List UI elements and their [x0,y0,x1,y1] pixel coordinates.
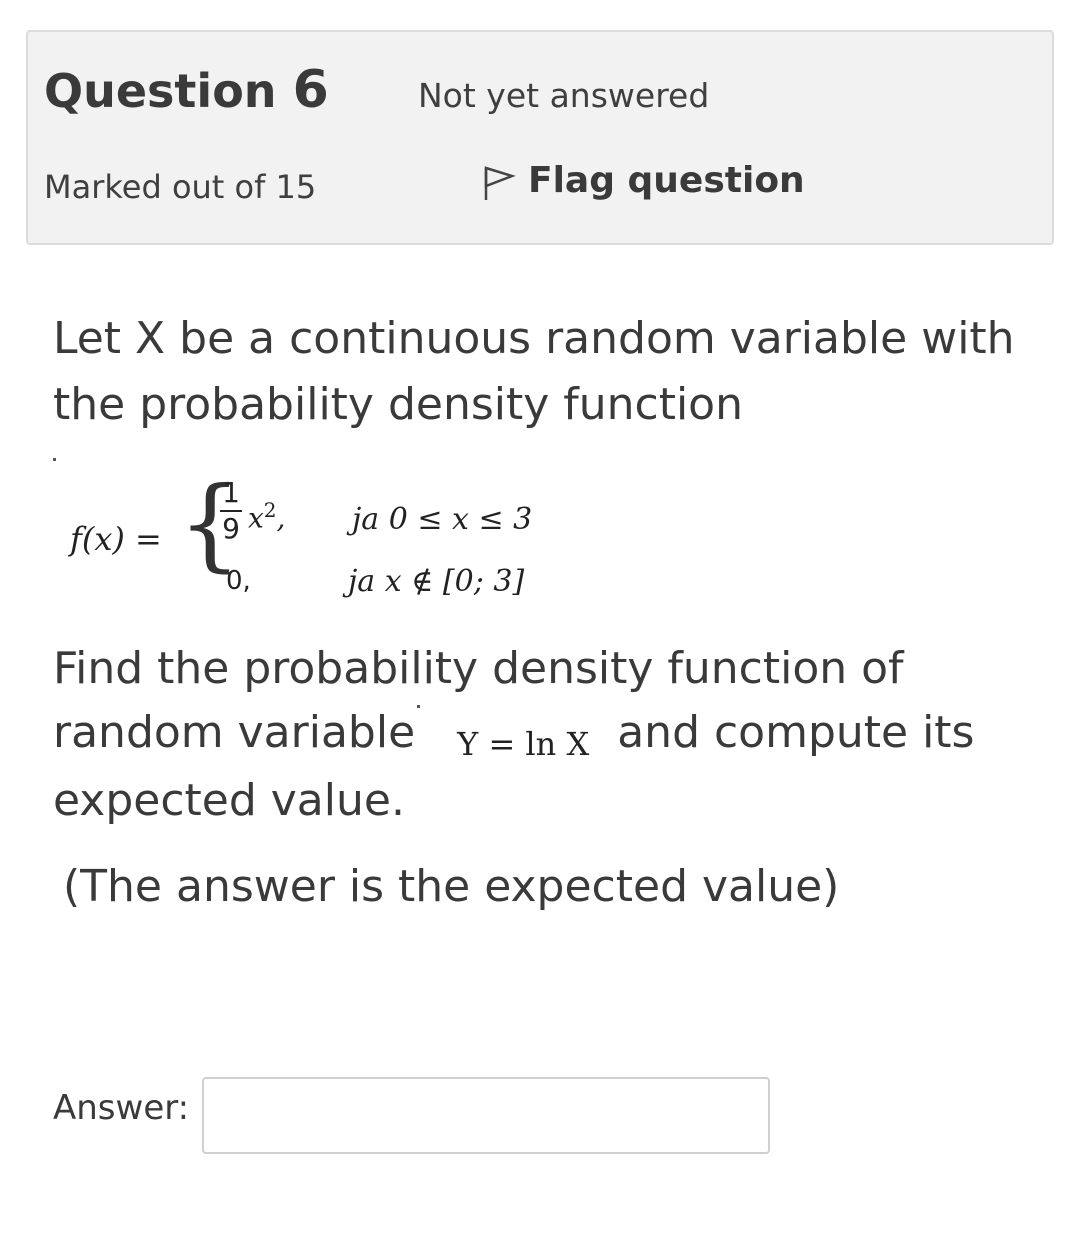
question-text-line-5: expected value. [53,775,405,826]
question-text-line-4: random variable Y = ln Xand compute its [53,707,975,763]
question-note: (The answer is the expected value) [63,861,840,912]
question-number: 6 [292,60,329,120]
formula-zero-case: 0, [226,566,251,596]
question-text-line-1: Let X be a continuous random variable wi… [53,313,1015,364]
question-text-line-2: the probability density function [53,379,743,430]
formula-condition-1: ja 0 ≤ x ≤ 3 [352,502,533,537]
stray-dot [53,458,56,461]
question-state: Not yet answered [418,76,710,115]
inline-math-y-ln-x: Y = ln X [457,725,590,763]
formula-lhs: f(x) = [70,520,162,558]
answer-input[interactable] [202,1077,770,1154]
formula-fraction: 1 9 [220,478,242,544]
question-grade: Marked out of 15 [44,168,317,206]
formula-x-squared: x2, [248,498,286,535]
formula-condition-2: ja x ∉ [0; 3] [348,564,525,599]
flag-question-button[interactable]: Flag question [480,158,805,202]
flag-icon [484,166,516,200]
flag-question-label: Flag question [528,159,805,201]
stray-dot [417,705,420,708]
question-text-line-3: Find the probability density function of [53,643,904,694]
question-info-box: Question 6 Not yet answered Marked out o… [26,30,1054,245]
answer-label: Answer: [53,1088,190,1128]
question-title: Question 6 [44,60,329,120]
question-label: Question [44,64,277,118]
